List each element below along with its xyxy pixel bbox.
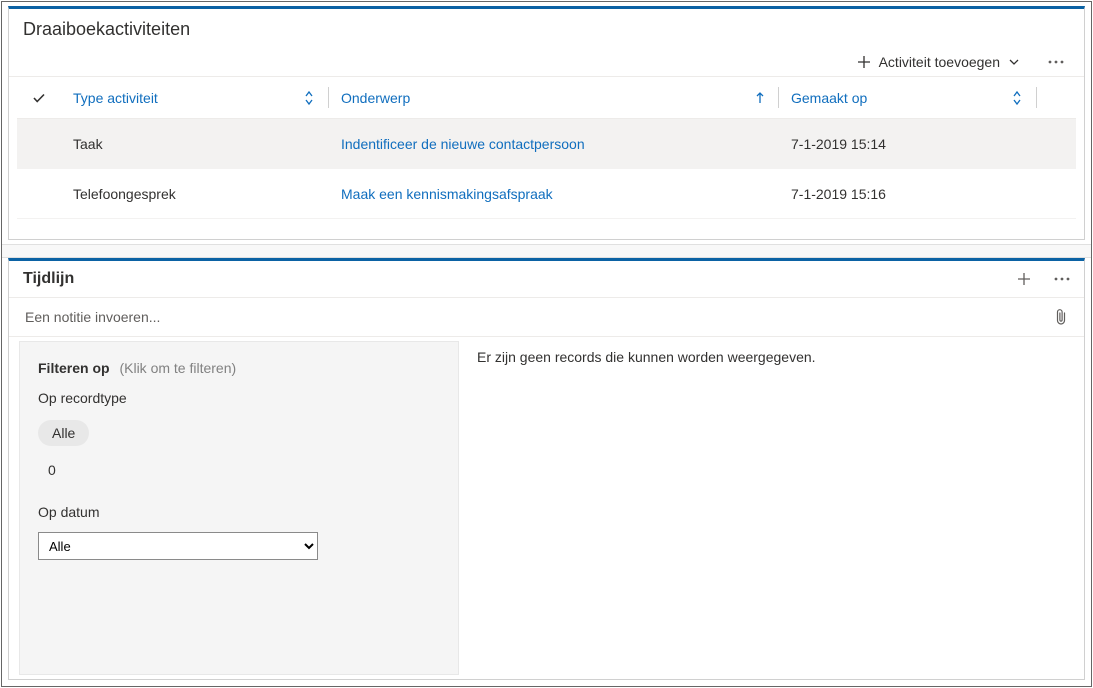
timeline-empty-message: Er zijn geen records die kunnen worden w… (459, 337, 816, 679)
filter-pane: Filteren op (Klik om te filteren) Op rec… (19, 341, 459, 675)
cell-subject-link[interactable]: Indentificeer de nieuwe contactpersoon (329, 136, 779, 152)
checkmark-icon (31, 90, 47, 106)
plus-icon (857, 55, 871, 69)
attachment-icon[interactable] (1052, 306, 1070, 328)
activities-title: Draaiboekactiviteiten (9, 9, 1084, 46)
activities-grid: Type activiteit Onderwerp Gemaakt op (9, 77, 1084, 239)
timeline-add-button[interactable] (1012, 267, 1036, 291)
note-input[interactable] (23, 308, 1052, 326)
filter-title-text: Filteren op (38, 360, 110, 376)
filter-count: 0 (38, 462, 440, 478)
column-subject-label: Onderwerp (341, 90, 410, 106)
cell-type: Taak (61, 136, 329, 152)
panel-gap (2, 244, 1091, 258)
activities-toolbar: Activiteit toevoegen (9, 46, 1084, 77)
timeline-actions (1012, 267, 1074, 291)
timeline-body: Filteren op (Klik om te filteren) Op rec… (9, 337, 1084, 679)
grid-header: Type activiteit Onderwerp Gemaakt op (17, 77, 1076, 119)
sort-asc-icon[interactable] (753, 91, 767, 105)
filter-date-select[interactable]: Alle (38, 532, 318, 560)
sort-both-icon[interactable] (301, 90, 317, 106)
column-type-label: Type activiteit (73, 90, 158, 106)
activities-more-button[interactable] (1042, 56, 1070, 68)
select-all-column[interactable] (17, 90, 61, 106)
filter-recordtype-label: Op recordtype (38, 390, 440, 406)
sort-both-icon[interactable] (1009, 90, 1025, 106)
filter-hint[interactable]: (Klik om te filteren) (119, 360, 236, 376)
activities-panel: Draaiboekactiviteiten Activiteit toevoeg… (8, 6, 1085, 240)
column-created[interactable]: Gemaakt op (779, 77, 1037, 118)
cell-subject-link[interactable]: Maak een kennismakingsafspraak (329, 186, 779, 202)
timeline-panel: Tijdlijn Filteren op (Klik om te filtere (8, 258, 1085, 680)
timeline-more-button[interactable] (1050, 273, 1074, 285)
timeline-title: Tijdlijn (23, 270, 74, 288)
filter-date-label: Op datum (38, 504, 440, 520)
add-activity-label: Activiteit toevoegen (879, 54, 1000, 70)
table-row[interactable]: Taak Indentificeer de nieuwe contactpers… (17, 119, 1076, 169)
note-entry-bar (9, 298, 1084, 337)
filter-chip-all[interactable]: Alle (38, 420, 89, 446)
add-activity-button[interactable]: Activiteit toevoegen (849, 50, 1028, 74)
cell-created: 7-1-2019 15:16 (779, 186, 1037, 202)
cell-type: Telefoongesprek (61, 186, 329, 202)
column-type[interactable]: Type activiteit (61, 77, 329, 118)
cell-created: 7-1-2019 15:14 (779, 136, 1037, 152)
column-subject[interactable]: Onderwerp (329, 77, 779, 118)
chevron-down-icon (1008, 56, 1020, 68)
column-created-label: Gemaakt op (791, 90, 867, 106)
filter-title: Filteren op (Klik om te filteren) (38, 360, 440, 376)
table-row[interactable]: Telefoongesprek Maak een kennismakingsaf… (17, 169, 1076, 219)
timeline-header: Tijdlijn (9, 261, 1084, 298)
